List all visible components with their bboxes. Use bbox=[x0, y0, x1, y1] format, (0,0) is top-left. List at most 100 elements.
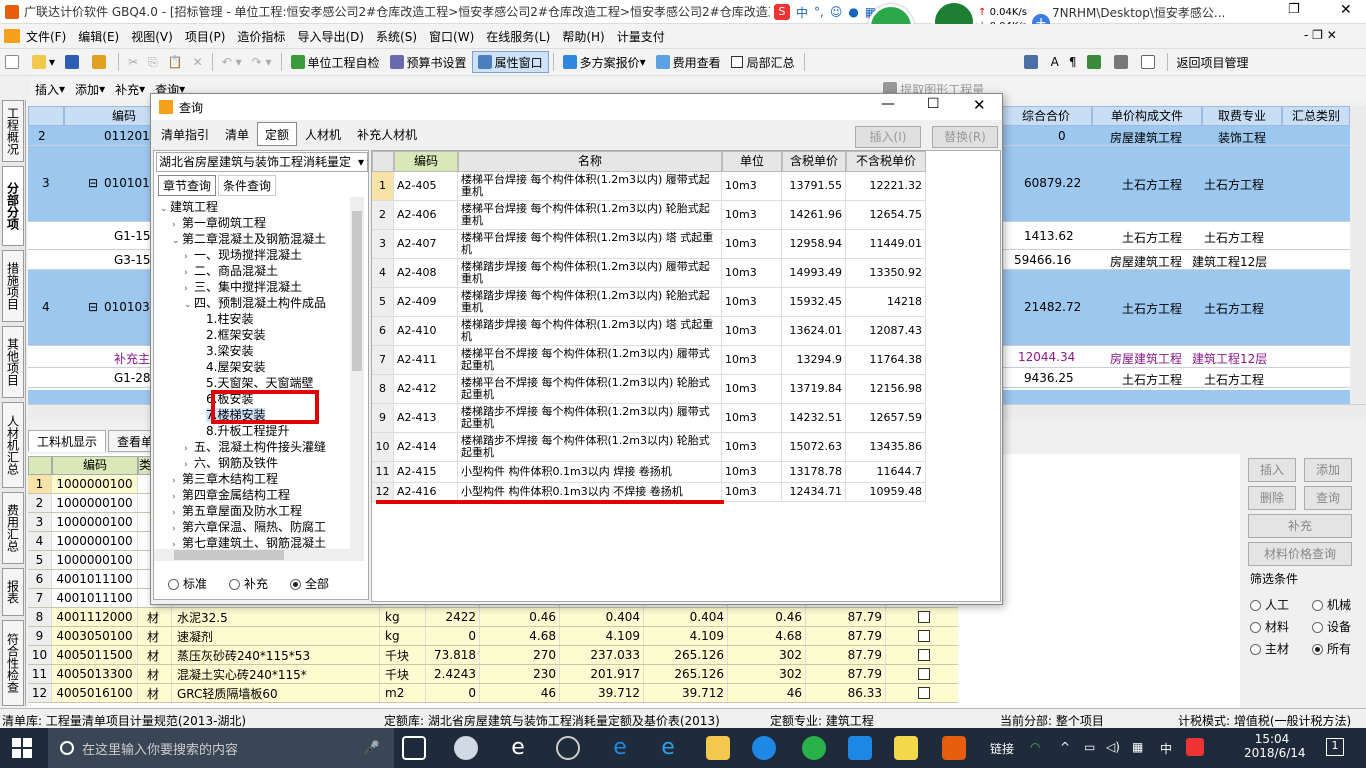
filter-radio[interactable] bbox=[1250, 622, 1261, 633]
radio-standard-dot[interactable] bbox=[168, 579, 179, 590]
tree-item[interactable]: 2.框架安装 bbox=[196, 327, 265, 343]
resource-code-header[interactable]: 编码 bbox=[52, 456, 138, 475]
tab-bill[interactable]: 清单 bbox=[217, 122, 257, 146]
filter-option[interactable]: 主材 bbox=[1250, 640, 1289, 657]
quota-name-header[interactable]: 名称 bbox=[458, 151, 722, 172]
insert-menu[interactable]: 插入 ▾ bbox=[30, 78, 70, 100]
tab-labor-material-machine[interactable]: 人材机 bbox=[297, 122, 349, 146]
resource-checkbox[interactable] bbox=[918, 668, 930, 680]
menu-measure-pay[interactable]: 计量支付 bbox=[611, 28, 671, 45]
fan-app-icon[interactable] bbox=[454, 736, 478, 760]
local-summary-checkbox[interactable] bbox=[730, 56, 743, 68]
tree-item[interactable]: 4.屋架安装 bbox=[196, 359, 265, 375]
menu-view[interactable]: 视图(V) bbox=[125, 28, 179, 45]
fee-view-button[interactable]: 费用查看 bbox=[651, 51, 726, 73]
delete-button[interactable]: ✕ bbox=[188, 51, 208, 73]
links-label[interactable]: 链接 bbox=[990, 740, 1014, 757]
open-button[interactable]: ▾ bbox=[27, 51, 60, 73]
tree-item[interactable]: 1.柱安装 bbox=[196, 311, 253, 327]
resource-checkbox[interactable] bbox=[918, 630, 930, 642]
table-row[interactable]: 8 A2-412 楼梯平台不焊接 每个构件体积(1.2m3以内) 轮胎式起重机 10m… bbox=[372, 375, 926, 404]
spiral-app-icon[interactable] bbox=[556, 736, 580, 760]
table-row[interactable]: 9 4003050100 材速凝剂 kg 0 4.68 4.109 4.109 4.68 87.7… bbox=[28, 627, 958, 646]
filter-radio[interactable] bbox=[1250, 600, 1261, 611]
tree-hscroll[interactable] bbox=[154, 549, 364, 561]
punctuation-icon[interactable]: °, bbox=[814, 5, 824, 19]
task-view-icon[interactable] bbox=[402, 736, 426, 760]
tab-other-items[interactable]: 其他项目 bbox=[2, 326, 24, 398]
dialog-maximize-button[interactable]: ☐ bbox=[927, 96, 940, 112]
filter-option[interactable]: 机械 bbox=[1312, 596, 1351, 613]
resource-checkbox[interactable] bbox=[918, 687, 930, 699]
tab-measures[interactable]: 措施项目 bbox=[2, 250, 24, 322]
table-row[interactable]: 12 4005016100 材 GRC轻质隔墙板60 m2 0 46 39.712 39.712… bbox=[28, 684, 958, 703]
book-button[interactable] bbox=[1082, 51, 1109, 73]
dialog-insert-button[interactable]: 插入(I) bbox=[855, 126, 921, 148]
network-tray-icon[interactable]: ▭ bbox=[1084, 740, 1095, 754]
supplement-menu[interactable]: 补充 ▾ bbox=[110, 78, 150, 100]
menu-online[interactable]: 在线服务(L) bbox=[480, 28, 556, 45]
filter-radio[interactable] bbox=[1312, 644, 1323, 655]
menu-help[interactable]: 帮助(H) bbox=[556, 28, 610, 45]
ie-blue-icon[interactable]: e bbox=[656, 736, 680, 760]
menu-import-export[interactable]: 导入导出(D) bbox=[291, 28, 370, 45]
cut-button[interactable]: ✂ bbox=[123, 51, 143, 73]
table-row[interactable]: 10 A2-414 楼梯踏步不焊接 每个构件体积(1.2m3以内) 轮胎式起重机 10… bbox=[372, 433, 926, 462]
tree-vscroll[interactable] bbox=[350, 197, 364, 549]
add-menu[interactable]: 添加 ▾ bbox=[70, 78, 110, 100]
notification-icon[interactable]: 1 bbox=[1326, 738, 1344, 756]
multi-quote-button[interactable]: 多方案报价 ▾ bbox=[558, 51, 651, 73]
vertical-scrollbar[interactable] bbox=[1350, 106, 1366, 404]
ime-tray-label[interactable]: 中 bbox=[1160, 740, 1172, 757]
mdi-controls[interactable]: - ❐ ✕ bbox=[1304, 28, 1337, 42]
lock-button[interactable] bbox=[1109, 51, 1136, 73]
list-button[interactable] bbox=[1136, 51, 1163, 73]
quota-tax-price-header[interactable]: 含税单价 bbox=[782, 151, 846, 172]
tab-condition-query[interactable]: 条件查询 bbox=[218, 175, 277, 196]
paste-button[interactable]: 📋 bbox=[163, 51, 188, 73]
self-check-button[interactable]: 单位工程自检 bbox=[286, 51, 385, 73]
volume-tray-icon[interactable]: ◁) bbox=[1106, 740, 1120, 754]
filter-option[interactable]: 材料 bbox=[1250, 618, 1289, 635]
local-summary-toggle[interactable]: 局部汇总 bbox=[726, 51, 800, 73]
text-button[interactable]: A bbox=[1046, 51, 1064, 73]
fee-major-header[interactable]: 取费专业 bbox=[1202, 106, 1282, 126]
tab-items[interactable]: 分部分项 bbox=[2, 166, 24, 246]
radio-supplement-dot[interactable] bbox=[229, 579, 241, 590]
edge-icon[interactable]: e bbox=[608, 736, 632, 760]
filter-radio[interactable] bbox=[1250, 644, 1261, 655]
notepad-app-icon[interactable] bbox=[894, 736, 918, 760]
tray-chevron-icon[interactable]: ^ bbox=[1060, 740, 1070, 754]
unit-file-header[interactable]: 单价构成文件 bbox=[1092, 106, 1202, 126]
keyboard-tray-icon[interactable]: ▦ bbox=[1132, 740, 1143, 754]
tree-item[interactable]: 8.升板工程提升 bbox=[196, 423, 289, 439]
glodon-icon[interactable] bbox=[752, 736, 776, 760]
ie-icon[interactable]: e bbox=[506, 736, 530, 760]
collapsed-icon[interactable]: › bbox=[172, 537, 182, 549]
budget-settings-button[interactable]: 预算书设置 bbox=[385, 51, 472, 73]
green-app-icon[interactable] bbox=[802, 736, 826, 760]
sogou-tray-icon[interactable] bbox=[1186, 738, 1204, 756]
undo-button[interactable]: ↶ ▾ bbox=[217, 51, 247, 73]
restore-button[interactable]: ❐ bbox=[1288, 2, 1300, 17]
filter-radio[interactable] bbox=[1312, 622, 1323, 633]
tab-labor-material-display[interactable]: 工料机显示 bbox=[28, 430, 107, 452]
resource-query-button[interactable]: 查询 bbox=[1304, 486, 1352, 510]
expanded-icon[interactable]: ⌄ bbox=[160, 201, 170, 217]
taskbar-search[interactable]: 在这里输入你要搜索的内容 🎤 bbox=[48, 728, 394, 768]
menu-edit[interactable]: 编辑(E) bbox=[72, 28, 125, 45]
pdf-app-icon[interactable] bbox=[942, 736, 966, 760]
table-row[interactable]: 11 4005013300 材混凝土实心砖240*115* 千块 2.4243 230 20… bbox=[28, 665, 958, 684]
tab-reports[interactable]: 报表 bbox=[2, 568, 24, 616]
radio-supplement[interactable]: 补充 bbox=[229, 575, 268, 592]
table-row[interactable]: 10 4005011500 材蒸压灰砂砖240*115*53 千块 73.818 270 2… bbox=[28, 646, 958, 665]
tab-project-overview[interactable]: 工程概况 bbox=[2, 100, 24, 162]
save-button[interactable] bbox=[60, 51, 87, 73]
save-all-button[interactable] bbox=[87, 51, 114, 73]
tab-bill-guide[interactable]: 清单指引 bbox=[153, 122, 217, 146]
radio-all[interactable]: 全部 bbox=[290, 575, 329, 592]
tab-compliance-check[interactable]: 符合性检查 bbox=[2, 620, 24, 706]
menu-file[interactable]: 文件(F) bbox=[20, 28, 72, 45]
collapse-icon[interactable]: ⊟ bbox=[88, 176, 98, 190]
emoji-icon[interactable]: ☺ bbox=[830, 5, 843, 19]
